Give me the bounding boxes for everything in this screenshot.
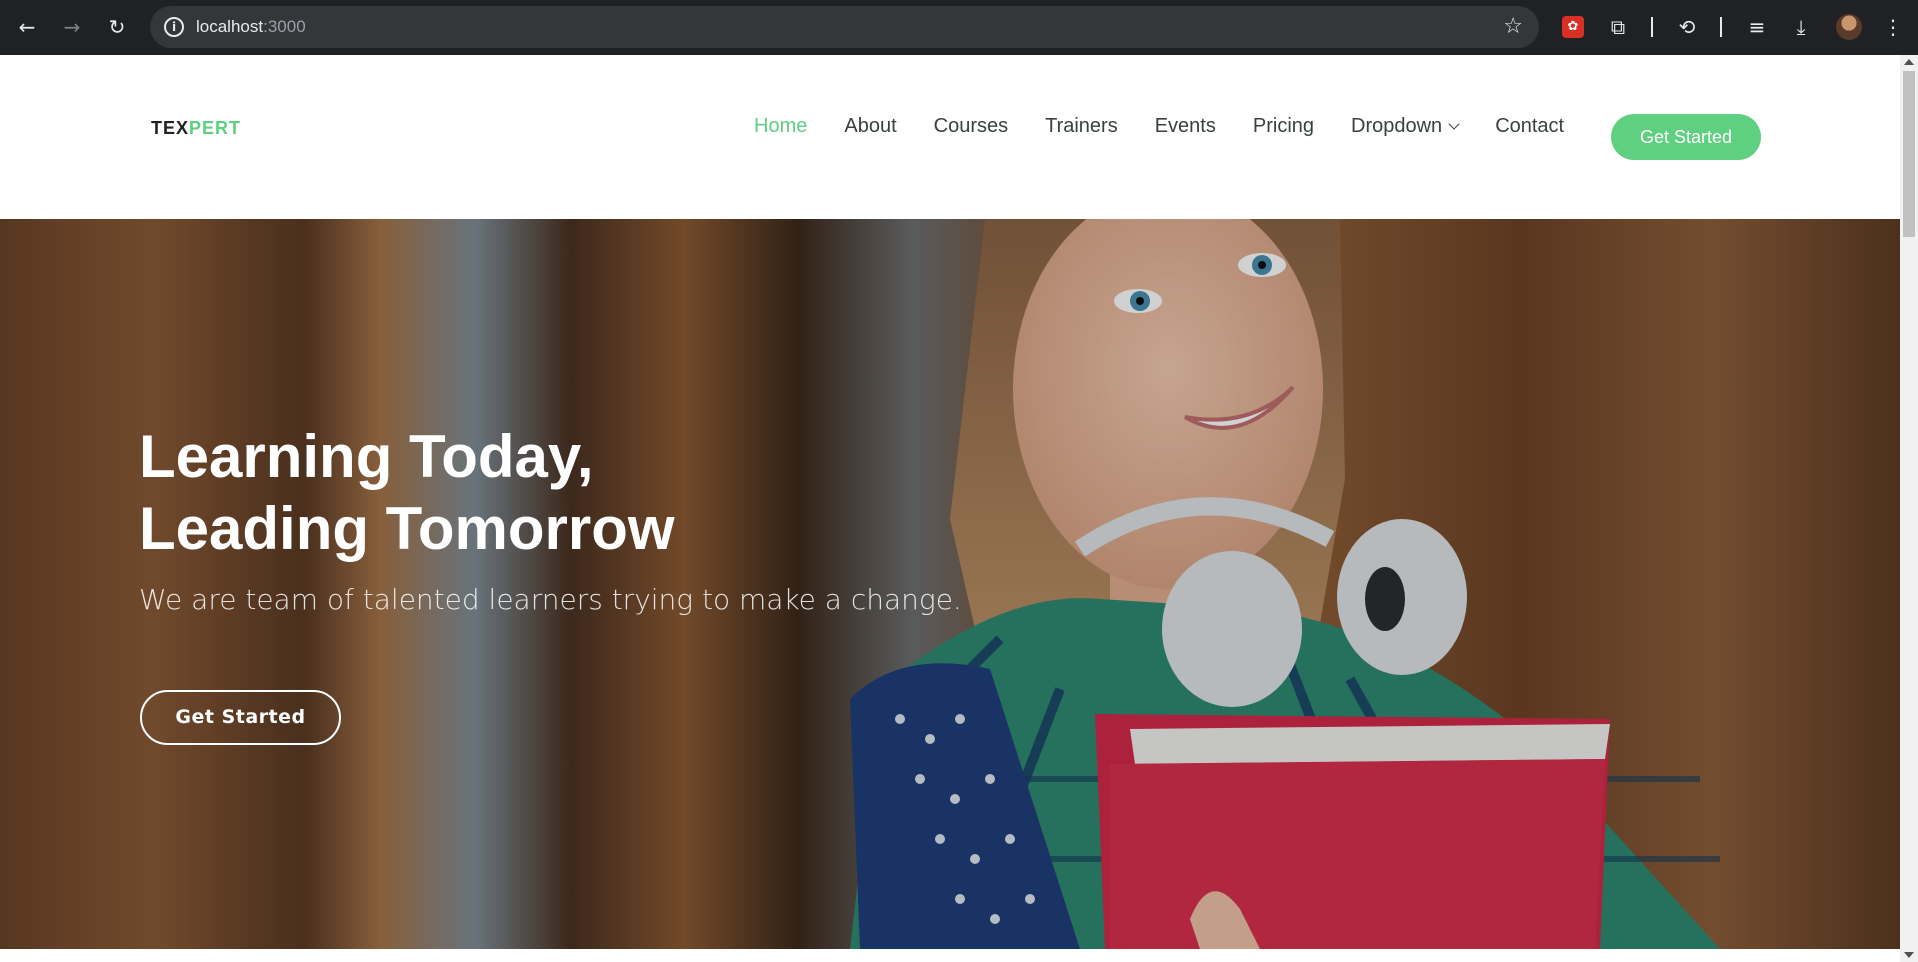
nav-courses[interactable]: Courses — [934, 115, 1008, 138]
site-logo[interactable]: TEXPERT — [151, 118, 241, 139]
url-text[interactable]: localhost:3000 — [196, 17, 306, 37]
chevron-down-icon — [1448, 118, 1460, 130]
forward-arrow-icon[interactable]: → — [57, 12, 87, 42]
get-started-button[interactable]: Get Started — [1611, 114, 1761, 160]
toolbar-separator — [1720, 17, 1722, 37]
web-page: TEXPERT Home About Courses Trainers Even… — [0, 55, 1900, 962]
history-icon[interactable]: ⟲ — [1672, 12, 1702, 42]
nav-events[interactable]: Events — [1155, 115, 1216, 138]
hero-section: Learning Today, Leading Tomorrow We are t… — [0, 219, 1900, 949]
profile-avatar[interactable] — [1836, 14, 1862, 40]
extensions-puzzle-icon[interactable]: ⧉ — [1603, 12, 1633, 42]
browser-toolbar: ← → ↻ i localhost:3000 ☆ ✿ ⧉ ⟲ ≡ ⤓ ⋮ — [0, 0, 1918, 55]
nav-about[interactable]: About — [844, 115, 896, 138]
media-queue-icon[interactable]: ≡ — [1742, 12, 1772, 42]
scrollbar-thumb[interactable] — [1903, 71, 1915, 237]
address-bar[interactable]: i localhost:3000 ☆ — [150, 6, 1539, 48]
hero-subtitle: We are team of talented learners trying … — [139, 583, 962, 616]
extension-icon[interactable]: ✿ — [1562, 16, 1584, 38]
site-header: TEXPERT Home About Courses Trainers Even… — [0, 55, 1900, 219]
download-icon[interactable]: ⤓ — [1786, 12, 1816, 42]
page-scrollbar[interactable] — [1900, 55, 1918, 962]
scroll-up-arrow-icon[interactable] — [1904, 59, 1914, 65]
nav-home[interactable]: Home — [754, 115, 807, 138]
back-arrow-icon[interactable]: ← — [12, 12, 42, 42]
kebab-menu-icon[interactable]: ⋮ — [1878, 12, 1908, 42]
nav-pricing[interactable]: Pricing — [1253, 115, 1314, 138]
nav-dropdown-label: Dropdown — [1351, 115, 1443, 137]
bookmark-star-icon[interactable]: ☆ — [1503, 14, 1523, 39]
nav-trainers[interactable]: Trainers — [1045, 115, 1118, 138]
hero-get-started-button[interactable]: Get Started — [140, 690, 341, 745]
hero-title: Learning Today, Leading Tomorrow — [139, 423, 675, 562]
main-nav: Home About Courses Trainers Events Prici… — [754, 115, 1601, 138]
toolbar-separator — [1651, 17, 1653, 37]
site-info-icon[interactable]: i — [164, 17, 184, 37]
scroll-down-arrow-icon[interactable] — [1904, 952, 1914, 958]
nav-dropdown[interactable]: Dropdown — [1351, 115, 1460, 138]
reload-icon[interactable]: ↻ — [102, 12, 132, 42]
nav-contact[interactable]: Contact — [1495, 115, 1564, 138]
